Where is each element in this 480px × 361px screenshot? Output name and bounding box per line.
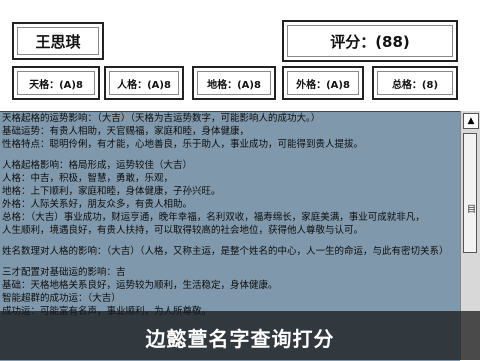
stat-label: 地格：(A)8 [197,71,271,95]
stat-label: 外格：(A)8 [287,71,359,95]
name-display: 王思琪 [17,27,99,55]
result-line: 人格：中吉，积极，智慧，勇敢，乐观， [2,173,174,184]
result-line: 智能超群的成功运：（大吉） [2,293,121,304]
result-line: 总格：（大吉）事业成功，财运亨通，晚年幸福，名利双收，福寿绵长，家庭美满，事业可… [2,212,425,223]
result-line: 天格起格的运势影响：（大吉）（天格为吉运势数字，可能影响人的成功大。） [2,113,321,124]
result-line: 三才配置对基础运的影响：吉 [2,267,126,278]
score-display: 评分：(88) [287,25,453,57]
name-display-box: 王思琪 [12,22,104,60]
stat-label: 总格：(8) [377,71,453,95]
stat-box-dige: 地格：(A)8 [192,66,276,100]
stat-box-zongge: 总格：(8) [372,66,458,100]
result-line: 地格：上下顺利，家庭和睦，身体健康，子孙兴旺。 [2,186,221,197]
result-line: 基础：天格地格关系良好，运势较为顺利，生活稳定，身体健康。 [2,280,278,291]
stat-label: 天格：(A)8 [17,71,95,95]
stat-box-tiange: 天格：(A)8 [12,66,100,100]
score-display-box: 评分：(88) [282,20,458,62]
result-line: 基础运势：有贵人相助，天官赐福，家庭和睦，身体健康， [2,126,250,137]
result-line: 外格：人际关系好，朋友众多，有贵人相助。 [2,199,193,210]
scroll-grip-icon: 目 [467,205,477,215]
result-line: 人格起格影响：格局形成，运势较佳（大吉） [2,160,193,171]
stat-box-renge: 人格：(A)8 [104,66,184,100]
stat-label: 人格：(A)8 [109,71,179,95]
result-line: 姓名数理对人格的影响：（大吉）（人格，又称主运，是整个姓名的中心，人一生的命运，… [2,246,449,257]
scroll-thumb[interactable]: 目 [463,133,477,253]
result-line: 人生顺利，境遇良好，有贵人扶持，可以取得较高的社会地位，获得他人尊敬与认可。 [2,225,364,236]
result-line [0,151,460,159]
scroll-up-button[interactable]: ▲ [463,113,479,129]
result-line [0,237,460,245]
stat-box-waige: 外格：(A)8 [282,66,364,100]
caption-text: 边懿萱名字查询打分 [145,327,335,351]
result-line: 性格特点：聪明伶俐，有才能，心地善良，乐于助人，事业成功，可能得到贵人提拔。 [2,139,364,150]
result-line [0,258,460,266]
